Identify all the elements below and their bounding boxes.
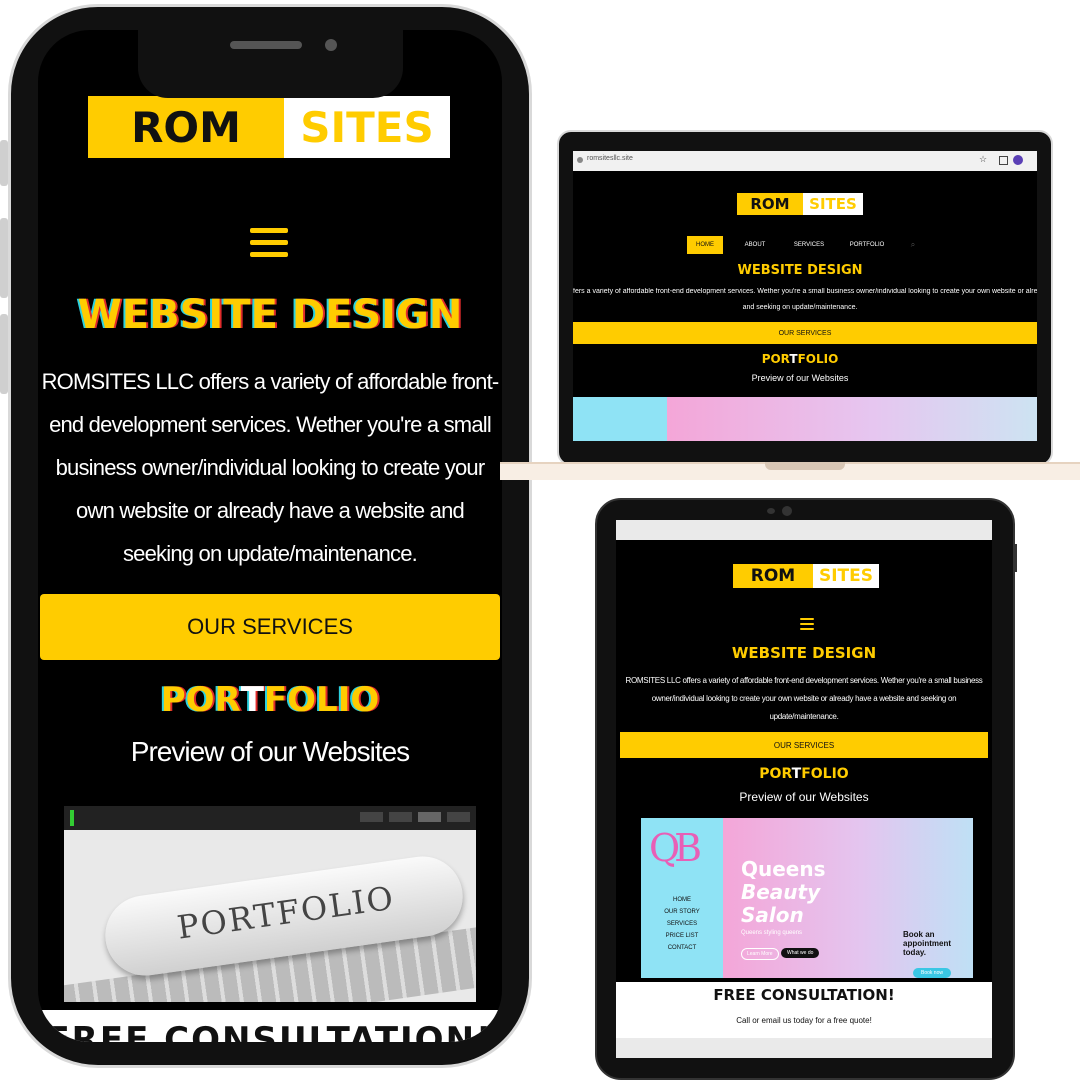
salon-book-now-button[interactable]: Book now	[913, 968, 951, 978]
star-icon[interactable]: ☆	[979, 154, 987, 165]
salon-nav: HOME OUR STORY SERVICES PRICE LIST CONTA…	[664, 897, 700, 951]
nav-home[interactable]: HOME	[687, 236, 723, 254]
laptop-nav: HOME ABOUT SERVICES PORTFOLIO ⌕	[687, 236, 923, 254]
laptop-screen: romsitesllc.site ☆ ROM SITES HOME ABOUT …	[573, 151, 1037, 441]
salon-preview-image[interactable]: QB HOME OUR STORY SERVICES PRICE LIST CO…	[641, 818, 973, 978]
portfolio-preview-image[interactable]: PORTFOLIO	[64, 806, 476, 1002]
phone-side-button	[0, 140, 8, 186]
salon-learn-more-button[interactable]: Learn More	[741, 948, 779, 960]
profile-avatar[interactable]	[1013, 155, 1023, 165]
portfolio-subtitle: Preview of our Websites	[130, 736, 410, 767]
salon-what-we-do-button[interactable]: What we do	[781, 948, 820, 958]
phone-volume-down-button	[0, 314, 8, 394]
salon-appointment-text: Book an appointment today.	[903, 930, 951, 957]
hamburger-menu-icon[interactable]	[250, 228, 288, 257]
laptop-logo[interactable]: ROM SITES	[737, 193, 863, 215]
phone-camera-icon	[325, 39, 337, 51]
tablet-sensor	[767, 508, 775, 514]
browser-url[interactable]: romsitesllc.site	[587, 155, 633, 162]
our-services-button[interactable]: OUR SERVICES	[40, 594, 500, 660]
laptop-services-button[interactable]: OUR SERVICES	[573, 322, 1037, 344]
salon-logo: QB	[649, 826, 702, 870]
nav-portfolio[interactable]: PORTFOLIO	[831, 242, 903, 248]
phone-screen: ROM SITES WEBSITE DESIGN ROMSITES LLC of…	[38, 30, 502, 1042]
tablet-hero-title: WEBSITE DESIGN	[731, 644, 877, 662]
tablet-hamburger-icon[interactable]	[800, 618, 814, 630]
sidebar-icon[interactable]	[999, 156, 1008, 165]
browser-bar: romsitesllc.site ☆	[573, 151, 1037, 171]
tablet-camera-icon	[782, 506, 792, 516]
nav-services[interactable]: SERVICES	[787, 242, 831, 248]
tablet-consultation-section: FREE CONSULTATION! Call or email us toda…	[616, 982, 992, 1038]
laptop-base-notch	[765, 462, 845, 470]
laptop-hero-text-2: and seeking on update/maintenance.	[742, 304, 858, 311]
tablet-logo[interactable]: ROM SITES	[733, 564, 879, 588]
tablet-screen: ROM SITES WEBSITE DESIGN ROMSITES LLC of…	[616, 520, 992, 1058]
laptop-portfolio-title: PORTFOLIO	[761, 352, 839, 366]
hero-description: ROMSITES LLC offers a variety of afforda…	[41, 369, 500, 566]
phone-footer-section: FREE CONSULTATION!	[38, 1010, 502, 1042]
portfolio-title: PORTFOLIO	[160, 680, 380, 720]
site-info-icon[interactable]	[577, 157, 583, 163]
consultation-text: Call or email us today for a free quote!	[736, 1016, 872, 1025]
salon-title: Queens Beauty Salon	[741, 857, 826, 927]
phone-logo[interactable]: ROM SITES	[88, 96, 450, 158]
tablet-portfolio-subtitle: Preview of our Websites	[739, 790, 869, 804]
laptop-preview-image[interactable]	[573, 397, 1037, 441]
tablet-hero-text: ROMSITES LLC offers a variety of afforda…	[625, 676, 983, 721]
nav-about[interactable]: ABOUT	[723, 242, 787, 248]
tablet-portfolio-title: PORTFOLIO	[759, 766, 849, 782]
laptop-portfolio-subtitle: Preview of our Websites	[751, 373, 849, 383]
tablet-status-bar	[616, 520, 992, 540]
laptop-hero-title: WEBSITE DESIGN	[737, 263, 863, 278]
search-icon[interactable]: ⌕	[903, 240, 923, 250]
consultation-title: FREE CONSULTATION!	[713, 986, 895, 1004]
salon-tagline: Queens styling queens	[741, 930, 803, 936]
phone-speaker	[230, 41, 302, 49]
tablet-services-button[interactable]: OUR SERVICES	[620, 732, 988, 758]
phone-volume-up-button	[0, 218, 8, 298]
hero-title: WEBSITE DESIGN	[77, 292, 463, 338]
laptop-hero-text-1: fers a variety of affordable front-end d…	[573, 288, 1037, 295]
tablet-bottom-bar	[616, 1038, 992, 1058]
